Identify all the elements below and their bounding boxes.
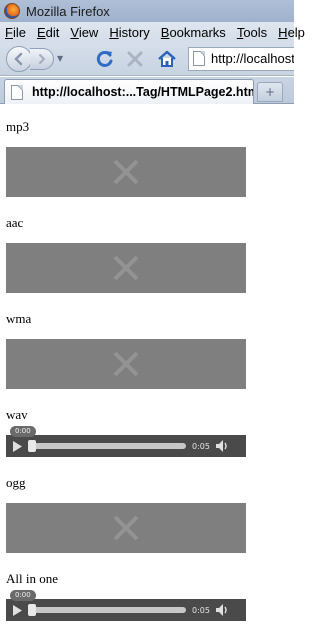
stop-icon (127, 51, 143, 66)
section-label-aac: aac (6, 215, 24, 230)
tab-htmlpage2[interactable]: http://localhost:...Tag/HTMLPage2.htm (4, 79, 254, 104)
seek-slider[interactable] (28, 604, 186, 616)
missing-media-ogg (6, 503, 246, 553)
menu-history[interactable]: History (104, 25, 155, 40)
duration-label: 0:05 (192, 605, 210, 615)
seek-thumb[interactable] (28, 604, 36, 616)
navigation-toolbar: ▼ http://localhost (0, 42, 294, 76)
section-label-wav: wav (6, 407, 28, 422)
stop-button[interactable] (126, 50, 144, 68)
menu-bookmarks[interactable]: Bookmarks (156, 25, 232, 40)
section-label-mp3: mp3 (6, 119, 30, 134)
missing-media-wma (6, 339, 246, 389)
missing-media-mp3 (6, 147, 246, 197)
home-button[interactable] (156, 48, 178, 70)
page-icon (193, 51, 205, 66)
plus-icon: + (264, 85, 276, 99)
new-tab-button[interactable]: + (257, 82, 283, 102)
broken-media-x-icon (113, 255, 139, 281)
menu-edit[interactable]: Edit (32, 25, 65, 40)
speaker-icon (215, 604, 227, 616)
menu-tools[interactable]: Tools (232, 25, 273, 40)
url-text: http://localhost (211, 51, 294, 66)
audio-player-wav: 0:00 0:05 (6, 426, 246, 457)
tab-bar: http://localhost:...Tag/HTMLPage2.htm + (0, 77, 294, 104)
url-input[interactable]: http://localhost (188, 46, 294, 71)
history-dropdown-icon[interactable]: ▼ (57, 54, 63, 63)
forward-arrow-icon (38, 53, 45, 64)
firefox-logo-icon (4, 3, 20, 19)
page-content: mp3 aac wma wav 0:00 0:05 ogg All in one… (0, 105, 294, 627)
reload-button[interactable] (94, 48, 116, 70)
back-button[interactable] (6, 45, 32, 72)
back-arrow-icon (14, 52, 23, 65)
duration-label: 0:05 (192, 441, 210, 451)
forward-button[interactable] (30, 47, 54, 70)
audio-player-all-in-one: 0:00 0:05 (6, 590, 246, 621)
seek-slider[interactable] (28, 440, 186, 452)
back-forward-group: ▼ (6, 45, 84, 73)
missing-media-aac (6, 243, 246, 293)
home-icon (158, 50, 176, 67)
section-label-wma: wma (6, 311, 32, 326)
title-bar: Mozilla Firefox (0, 0, 294, 22)
menu-bar: File Edit View History Bookmarks Tools H… (0, 22, 305, 42)
current-time-bubble: 0:00 (10, 590, 36, 601)
menu-view[interactable]: View (65, 25, 104, 40)
play-button[interactable] (12, 440, 22, 452)
section-label-all-in-one: All in one (6, 571, 58, 586)
menu-file[interactable]: File (0, 25, 32, 40)
tab-page-icon (11, 84, 23, 100)
seek-thumb[interactable] (28, 440, 36, 452)
volume-button[interactable] (215, 440, 230, 452)
section-label-ogg: ogg (6, 475, 26, 490)
volume-button[interactable] (215, 604, 230, 616)
play-icon (12, 604, 22, 616)
play-icon (12, 440, 22, 452)
broken-media-x-icon (113, 351, 139, 377)
play-button[interactable] (12, 604, 22, 616)
window-title: Mozilla Firefox (26, 3, 110, 19)
menu-help[interactable]: Help (273, 25, 311, 40)
broken-media-x-icon (113, 159, 139, 185)
tab-title: http://localhost:...Tag/HTMLPage2.htm (32, 85, 254, 99)
speaker-icon (215, 440, 227, 452)
current-time-bubble: 0:00 (10, 426, 36, 437)
broken-media-x-icon (113, 515, 139, 541)
reload-icon (96, 50, 113, 67)
